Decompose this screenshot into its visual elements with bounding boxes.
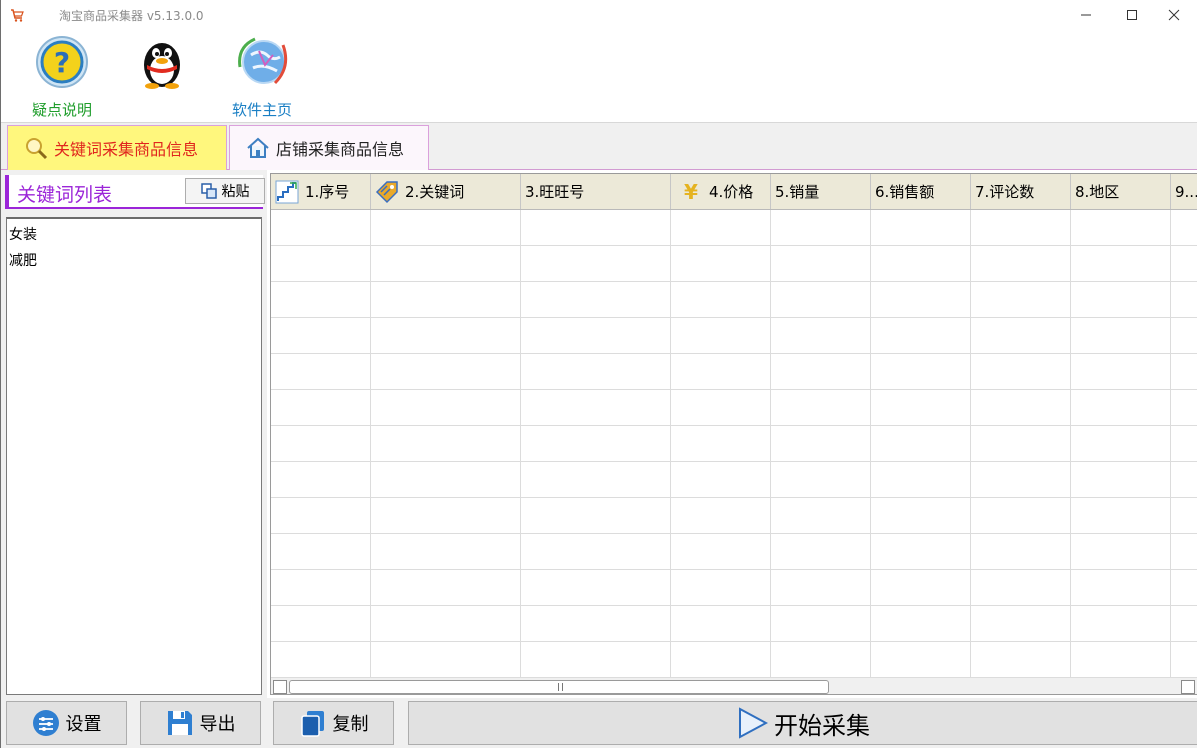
keyword-list[interactable]: 女装 减肥 <box>6 217 262 695</box>
scroll-right-button[interactable] <box>1181 680 1195 694</box>
minimize-button[interactable] <box>1063 0 1109 30</box>
cart-icon <box>11 9 24 22</box>
qq-tool-button[interactable] <box>127 35 197 99</box>
maximize-icon <box>1127 10 1137 20</box>
scroll-thumb[interactable] <box>289 680 829 694</box>
row-divider <box>271 533 1197 534</box>
column-header-label: 3.旺旺号 <box>525 183 585 201</box>
help-label: 疑点说明 <box>31 101 92 119</box>
close-icon <box>1168 9 1180 21</box>
copy-label: 复制 <box>332 714 369 735</box>
row-divider <box>271 245 1197 246</box>
results-grid[interactable]: 1.序号 2.关键词 3.旺旺号 ¥ 4.价格 5.销量 6.销售额 7.评论数… <box>270 173 1197 695</box>
row-divider <box>271 605 1197 606</box>
homepage-label: 软件主页 <box>231 101 292 119</box>
svg-text:¥: ¥ <box>684 180 698 204</box>
close-button[interactable] <box>1151 0 1197 30</box>
column-header-more[interactable]: 9... <box>1171 174 1197 209</box>
column-header-label: 5.销量 <box>775 183 820 201</box>
keyword-item[interactable]: 女装 <box>9 225 259 251</box>
start-collect-label: 开始采集 <box>774 711 870 740</box>
column-header-revenue[interactable]: 6.销售额 <box>871 174 971 209</box>
homepage-tool-button[interactable]: 软件主页 <box>225 35 299 120</box>
row-divider <box>271 497 1197 498</box>
help-tool-button[interactable]: ? 疑点说明 <box>25 35 99 120</box>
settings-sliders-icon <box>32 710 59 736</box>
paste-button[interactable]: 粘贴 <box>185 178 265 204</box>
tab-keyword-collect[interactable]: 关键词采集商品信息 <box>7 125 227 170</box>
copy-icon <box>300 711 324 737</box>
paste-label: 粘贴 <box>221 184 250 200</box>
column-header-label: 6.销售额 <box>875 183 935 201</box>
tab-bar: 关键词采集商品信息 店铺采集商品信息 <box>1 122 1197 170</box>
stairs-icon <box>275 180 299 203</box>
row-divider <box>271 317 1197 318</box>
column-header-label: 8.地区 <box>1075 183 1120 201</box>
column-header-keyword[interactable]: 2.关键词 <box>371 174 521 209</box>
copy-button[interactable]: 复制 <box>273 701 394 745</box>
tab-shop-collect[interactable]: 店铺采集商品信息 <box>229 125 429 170</box>
export-button[interactable]: 导出 <box>140 701 261 745</box>
start-collect-button[interactable]: 开始采集 <box>408 701 1197 745</box>
scroll-grip-icon <box>558 683 563 691</box>
column-header-label: 9... <box>1175 182 1197 201</box>
row-divider <box>271 353 1197 354</box>
window-title: 淘宝商品采集器 v5.13.0.0 <box>59 9 204 23</box>
maximize-button[interactable] <box>1109 0 1155 30</box>
keyword-item[interactable]: 减肥 <box>9 251 259 277</box>
grid-header: 1.序号 2.关键词 3.旺旺号 ¥ 4.价格 5.销量 6.销售额 7.评论数… <box>271 174 1197 210</box>
play-icon <box>739 707 768 739</box>
search-icon <box>26 138 48 160</box>
home-icon <box>247 137 269 158</box>
column-header-region[interactable]: 8.地区 <box>1071 174 1171 209</box>
settings-label: 设置 <box>65 714 102 735</box>
column-header-wangwang[interactable]: 3.旺旺号 <box>521 174 671 209</box>
tab-shop-collect-label: 店铺采集商品信息 <box>276 140 405 159</box>
grid-body[interactable] <box>271 210 1197 678</box>
yen-icon: ¥ <box>684 180 698 204</box>
row-divider <box>271 389 1197 390</box>
question-icon: ? <box>36 36 88 88</box>
toolbar: ? 疑点说明 软件主页 <box>1 30 1197 122</box>
row-divider <box>271 461 1197 462</box>
export-label: 导出 <box>199 714 236 735</box>
svg-text:?: ? <box>54 46 70 79</box>
column-header-price[interactable]: ¥ 4.价格 <box>671 174 771 209</box>
scroll-left-button[interactable] <box>273 680 287 694</box>
globe-icon <box>238 37 288 85</box>
keyword-panel: 关键词列表 粘贴 女装 减肥 <box>1 170 267 698</box>
row-divider <box>271 569 1197 570</box>
keyword-panel-header: 关键词列表 粘贴 <box>5 175 265 209</box>
column-header-reviews[interactable]: 7.评论数 <box>971 174 1071 209</box>
column-header-label: 4.价格 <box>709 183 754 201</box>
column-header-label: 7.评论数 <box>975 183 1035 201</box>
horizontal-scrollbar[interactable] <box>271 677 1197 694</box>
app-window: 淘宝商品采集器 v5.13.0.0 ? 疑点说明 软件主页 关键词采集商品信息 … <box>0 0 1197 748</box>
qq-penguin-icon <box>144 43 180 89</box>
title-bar: 淘宝商品采集器 v5.13.0.0 <box>1 0 1197 30</box>
save-disk-icon <box>167 711 192 735</box>
settings-button[interactable]: 设置 <box>6 701 127 745</box>
column-header-label: 1.序号 <box>305 183 350 201</box>
column-header-sales[interactable]: 5.销量 <box>771 174 871 209</box>
row-divider <box>271 425 1197 426</box>
minimize-icon <box>1081 14 1091 16</box>
tag-icon <box>375 180 398 203</box>
paste-icon <box>200 183 217 199</box>
keyword-list-title: 关键词列表 <box>17 184 113 206</box>
bottom-bar: 设置 导出 复制 开始采集 <box>1 698 1197 748</box>
column-header-label: 2.关键词 <box>405 183 465 201</box>
row-divider <box>271 281 1197 282</box>
column-header-index[interactable]: 1.序号 <box>271 174 371 209</box>
row-divider <box>271 641 1197 642</box>
tab-keyword-collect-label: 关键词采集商品信息 <box>54 140 199 159</box>
